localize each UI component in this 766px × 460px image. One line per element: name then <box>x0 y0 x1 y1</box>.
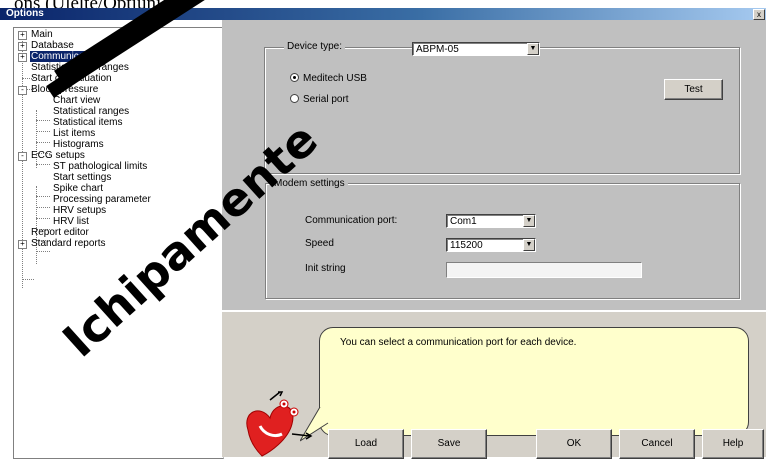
expand-icon[interactable]: + <box>18 53 27 62</box>
device-type-label: Device type: <box>284 41 346 53</box>
settings-top: Device type: ABPM-05 ▼ Meditech USB Seri… <box>222 20 766 310</box>
tree-item-list-items[interactable]: List items <box>52 128 96 139</box>
heart-mascot-icon <box>246 391 313 457</box>
tree-item-report-editor[interactable]: Report editor <box>30 227 90 238</box>
tree-item-chart-view[interactable]: Chart view <box>52 95 101 106</box>
tree-item-processing-parameter[interactable]: Processing parameter <box>52 194 152 205</box>
tree-item-hrv-list[interactable]: HRV list <box>52 216 90 227</box>
init-string-label: Init string <box>305 263 346 274</box>
settings-panel: Device type: ABPM-05 ▼ Meditech USB Seri… <box>222 20 766 459</box>
chevron-down-icon[interactable]: ▼ <box>527 43 539 55</box>
speed-select[interactable]: 115200 ▼ <box>446 238 536 252</box>
window-titlebar: Options x <box>0 8 766 20</box>
chevron-down-icon[interactable]: ▼ <box>523 215 535 227</box>
collapse-icon[interactable]: - <box>18 152 27 161</box>
speed-label: Speed <box>305 238 334 249</box>
tree-item-communication[interactable]: + Communication <box>18 51 102 62</box>
radio-serial-port[interactable]: Serial port <box>290 94 349 106</box>
close-button[interactable]: x <box>753 9 765 20</box>
expand-icon[interactable]: + <box>18 31 27 40</box>
tree-item-main[interactable]: + Main <box>18 29 54 40</box>
device-type-select[interactable]: ABPM-05 ▼ <box>412 42 540 56</box>
radio-checked-icon[interactable] <box>290 73 299 82</box>
window-title: Options <box>6 8 44 19</box>
chevron-down-icon[interactable]: ▼ <box>523 239 535 251</box>
tree-item-statistical-time-ranges[interactable]: Statistical time ranges <box>30 62 130 73</box>
communication-port-label: Communication port: <box>305 215 398 226</box>
radio-unchecked-icon[interactable] <box>290 94 299 103</box>
options-tree[interactable]: + Main + Database + Communication Statis… <box>13 27 224 459</box>
communication-port-select[interactable]: Com1 ▼ <box>446 214 536 228</box>
tree-item-start-settings[interactable]: Start settings <box>52 172 112 183</box>
device-group <box>264 47 740 174</box>
save-button[interactable]: Save <box>411 429 487 459</box>
tree-item-start-of-evaluation[interactable]: Start of evaluation <box>30 73 113 84</box>
test-button[interactable]: Test <box>664 79 723 100</box>
tree-item-ecg-setups[interactable]: - ECG setups <box>18 150 86 161</box>
expand-icon[interactable]: + <box>18 240 27 249</box>
help-text: You can select a communication port for … <box>340 337 577 348</box>
collapse-icon[interactable]: - <box>18 86 27 95</box>
modem-settings-title: Modem settings <box>271 178 348 190</box>
tree-item-blood-pressure[interactable]: - Blood pressure <box>18 84 99 95</box>
tree-item-statistical-ranges[interactable]: Statistical ranges <box>52 106 130 117</box>
tree-item-database[interactable]: + Database <box>18 40 75 51</box>
tree-item-histograms[interactable]: Histograms <box>52 139 105 150</box>
tree-item-spike-chart[interactable]: Spike chart <box>52 183 104 194</box>
tree-item-statistical-items[interactable]: Statistical items <box>52 117 123 128</box>
radio-meditech-usb[interactable]: Meditech USB <box>290 73 367 85</box>
help-button[interactable]: Help <box>702 429 764 459</box>
tree-item-hrv-setups[interactable]: HRV setups <box>52 205 107 216</box>
help-bubble: You can select a communication port for … <box>319 327 749 436</box>
tree-item-st-pathological-limits[interactable]: ST pathological limits <box>52 161 148 172</box>
ok-button[interactable]: OK <box>536 429 612 459</box>
cancel-button[interactable]: Cancel <box>619 429 695 459</box>
tree-item-standard-reports[interactable]: + Standard reports <box>18 238 107 249</box>
init-string-input[interactable] <box>446 262 642 278</box>
load-button[interactable]: Load <box>328 429 404 459</box>
help-area: You can select a communication port for … <box>222 310 766 459</box>
expand-icon[interactable]: + <box>18 42 27 51</box>
